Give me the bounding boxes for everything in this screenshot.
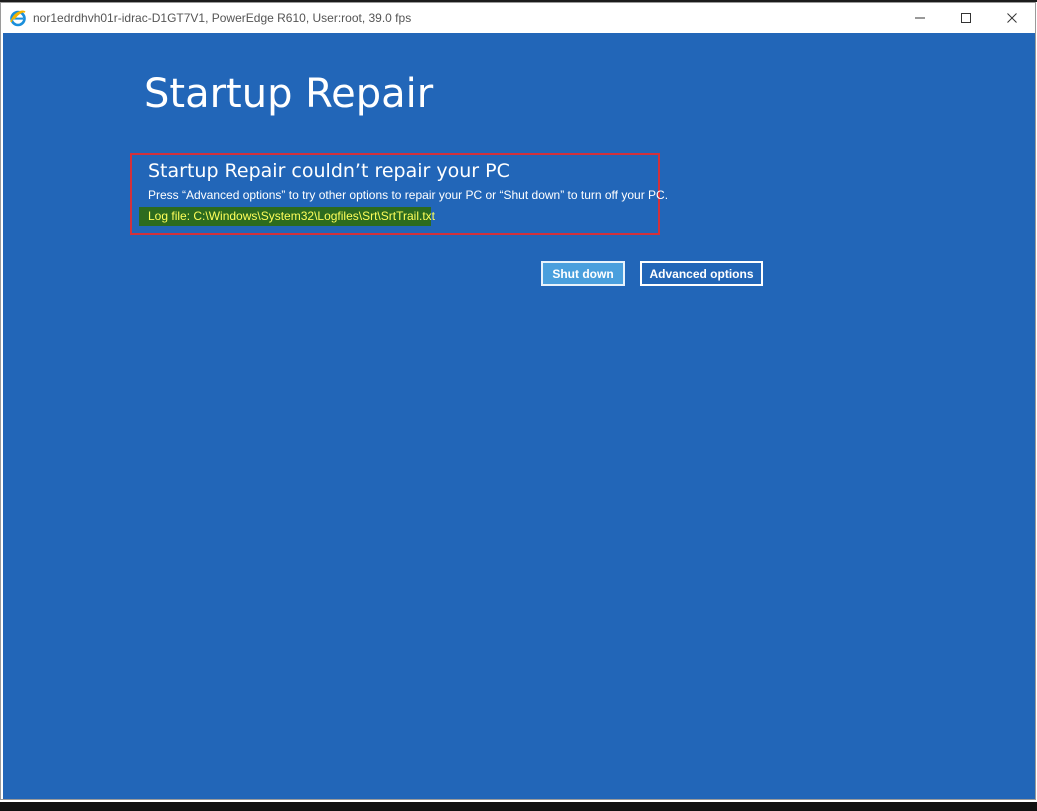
advanced-options-button[interactable]: Advanced options xyxy=(640,261,763,286)
close-button[interactable] xyxy=(989,3,1035,33)
close-icon xyxy=(1007,13,1017,23)
minimize-button[interactable] xyxy=(897,3,943,33)
error-description: Press “Advanced options” to try other op… xyxy=(148,188,669,202)
title-bar[interactable]: nor1edrdhvh01r-idrac-D1GT7V1, PowerEdge … xyxy=(1,3,1035,33)
maximize-icon xyxy=(961,13,971,23)
page-title: Startup Repair xyxy=(144,71,434,117)
maximize-button[interactable] xyxy=(943,3,989,33)
remote-screen[interactable]: Startup Repair Startup Repair couldn’t r… xyxy=(3,33,1023,799)
error-message-box: Startup Repair couldn’t repair your PC P… xyxy=(130,153,668,235)
shut-down-button[interactable]: Shut down xyxy=(541,261,625,286)
error-title: Startup Repair couldn’t repair your PC xyxy=(148,160,510,182)
bottom-edge xyxy=(0,802,1037,811)
log-file-path: Log file: C:\Windows\System32\Logfiles\S… xyxy=(139,207,435,226)
screen-right-edge xyxy=(1023,33,1035,799)
remote-console-window: nor1edrdhvh01r-idrac-D1GT7V1, PowerEdge … xyxy=(0,2,1036,800)
internet-explorer-icon xyxy=(9,9,27,27)
window-controls xyxy=(897,3,1035,33)
minimize-icon xyxy=(915,17,925,19)
window-title: nor1edrdhvh01r-idrac-D1GT7V1, PowerEdge … xyxy=(33,11,412,25)
